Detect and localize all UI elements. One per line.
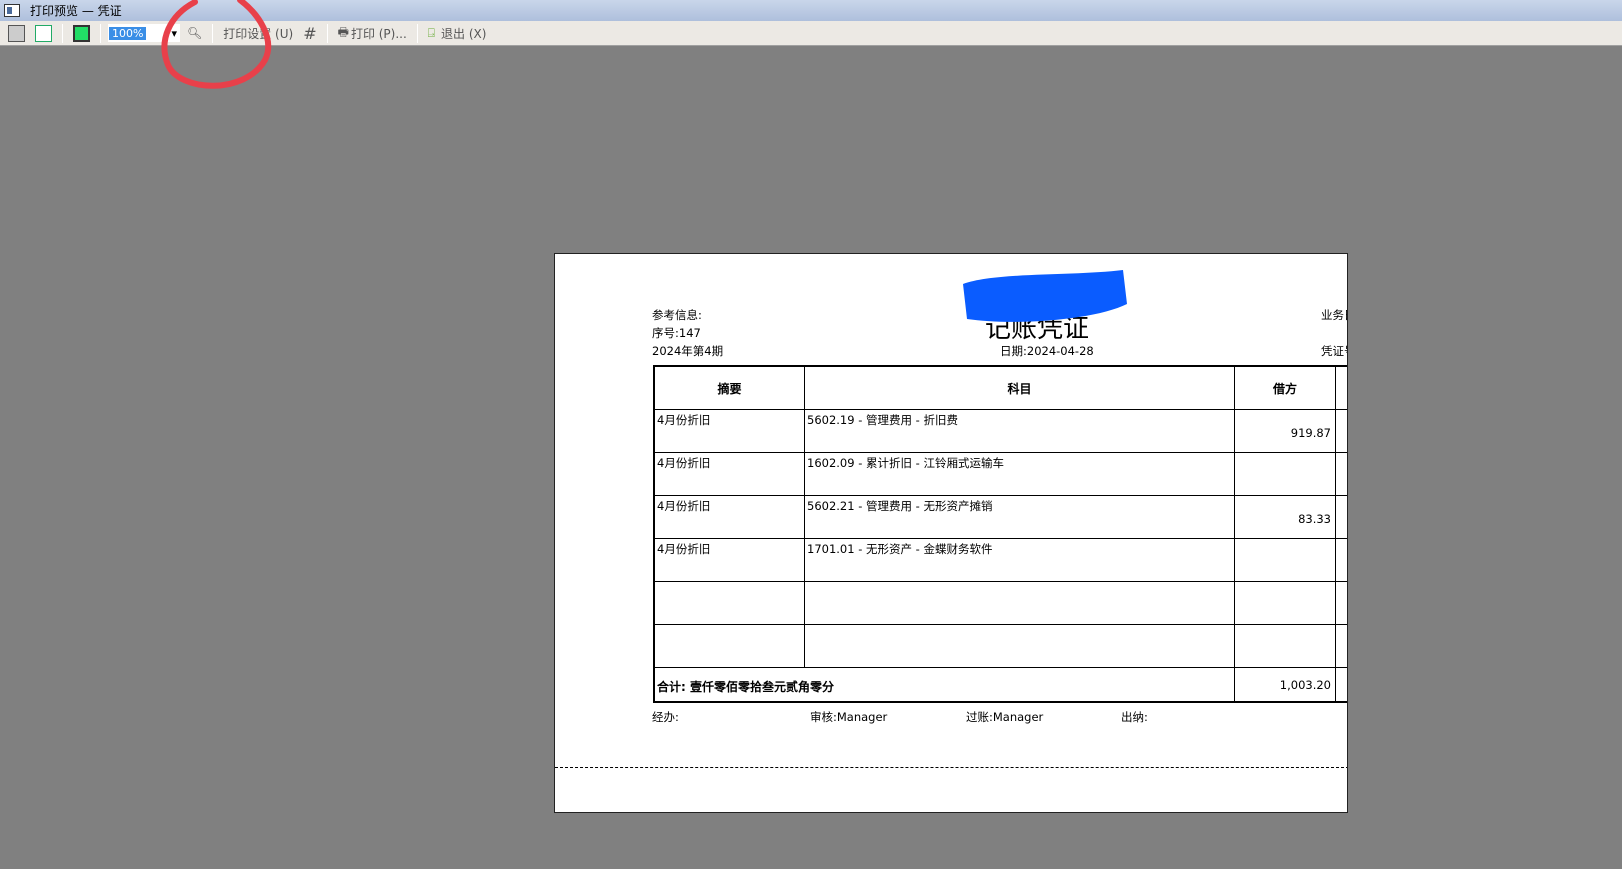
- row-account: [805, 625, 1235, 668]
- total-label: 合计: 壹仟零佰零拾叁元贰角零分: [655, 668, 1235, 703]
- app-icon: [4, 4, 20, 17]
- exit-label: 退出 (X): [441, 26, 487, 41]
- reference-info: 参考信息:: [652, 308, 702, 322]
- window-title: 打印预览 — 凭证: [30, 4, 122, 18]
- row-summary: 4月份折旧: [655, 539, 805, 582]
- poster: 过账:Manager: [966, 710, 1044, 724]
- row-credit: [1336, 453, 1347, 496]
- row-credit: [1336, 410, 1347, 453]
- header-account: 科目: [805, 367, 1235, 410]
- reviewer: 审核:Manager: [810, 710, 888, 724]
- margins-button[interactable]: #: [300, 23, 319, 43]
- divider: [416, 23, 418, 43]
- row-debit: [1235, 453, 1336, 496]
- page-setup-button[interactable]: [5, 23, 28, 43]
- row-credit: [1336, 539, 1347, 582]
- row-debit: [1235, 625, 1336, 668]
- total-debit: 1,003.20: [1235, 668, 1336, 703]
- row-credit: [1336, 582, 1347, 625]
- voucher-page: 参考信息: 序号:147 2024年第4期 记账凭证 日期:2024-04-28…: [554, 253, 1348, 813]
- print-label: 打印 (P)...: [350, 26, 407, 41]
- export-icon: [35, 24, 52, 42]
- sequence-number: 序号:147: [652, 326, 701, 340]
- export-button[interactable]: [32, 23, 55, 43]
- redaction-scribble: [963, 270, 1127, 322]
- total-credit: [1336, 668, 1347, 703]
- period: 2024年第4期: [652, 344, 724, 358]
- row-account: 1602.09 - 累计折旧 - 江铃厢式运输车: [805, 453, 1235, 496]
- row-account: 5602.19 - 管理费用 - 折旧费: [805, 410, 1235, 453]
- row-account: 1701.01 - 无形资产 - 金蝶财务软件: [805, 539, 1235, 582]
- header-summary: 摘要: [655, 367, 805, 410]
- divider: [62, 23, 63, 43]
- row-account: 5602.21 - 管理费用 - 无形资产摊销: [805, 496, 1235, 539]
- header-debit: 借方: [1235, 367, 1336, 410]
- handler: 经办:: [652, 710, 679, 724]
- cashier: 出纳:: [1121, 710, 1148, 724]
- page-break-line: [555, 767, 1347, 768]
- voucher-number-label: 凭证号: [1321, 344, 1347, 358]
- row-summary: [655, 582, 805, 625]
- row-summary: 4月份折旧: [655, 453, 805, 496]
- page-icon: [8, 24, 25, 42]
- header-credit: [1336, 367, 1347, 410]
- business-date-label: 业务日: [1321, 308, 1347, 322]
- divider: [326, 23, 328, 43]
- row-debit: [1235, 539, 1336, 582]
- voucher-table: 摘要 科目 借方 4月份折旧 5602.19 - 管理费用 - 折旧费 919.87…: [653, 365, 1347, 703]
- row-account: [805, 582, 1235, 625]
- row-credit: [1336, 496, 1347, 539]
- row-debit: 83.33: [1235, 496, 1336, 539]
- voucher-date: 日期:2024-04-28: [1000, 344, 1094, 358]
- divider: [100, 23, 101, 43]
- exit-button[interactable]: ⍈ 退出 (X): [425, 23, 490, 43]
- printer-icon: 🖶: [337, 24, 349, 39]
- row-debit: [1235, 582, 1336, 625]
- red-circle-annotation: [161, 0, 272, 89]
- exit-door-icon: ⍈: [427, 25, 435, 40]
- grid-icon: [73, 24, 90, 42]
- row-summary: 4月份折旧: [655, 496, 805, 539]
- row-summary: 4月份折旧: [655, 410, 805, 453]
- margins-icon: #: [303, 23, 317, 43]
- print-button[interactable]: 🖶 打印 (P)...: [335, 23, 410, 43]
- row-debit: 919.87: [1235, 410, 1336, 453]
- multi-page-button[interactable]: [70, 23, 93, 43]
- row-summary: [655, 625, 805, 668]
- zoom-value: 100%: [109, 26, 147, 40]
- row-credit: [1336, 625, 1347, 668]
